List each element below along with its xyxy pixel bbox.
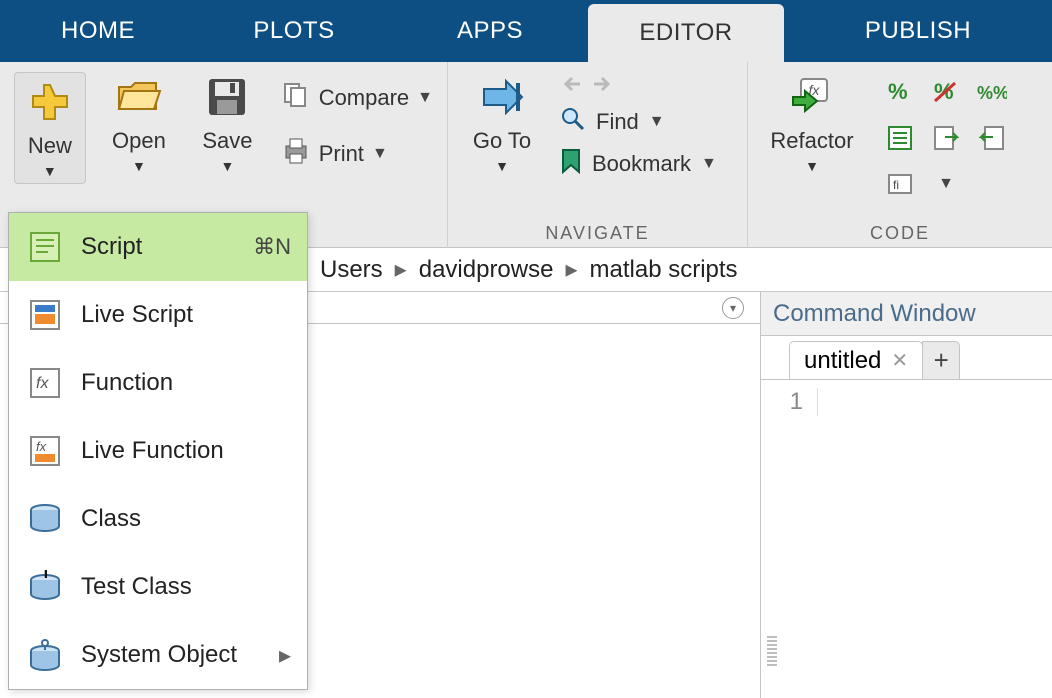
new-tab-button[interactable]: + bbox=[922, 341, 960, 379]
menu-item-system-object[interactable]: System Object ▸ bbox=[9, 621, 307, 689]
system-object-icon bbox=[25, 635, 65, 675]
indent-icon[interactable] bbox=[880, 118, 920, 158]
plus-icon bbox=[24, 77, 76, 127]
menu-item-test-class[interactable]: T Test Class bbox=[9, 553, 307, 621]
submenu-arrow-icon: ▸ bbox=[279, 641, 291, 670]
chevron-right-icon: ▸ bbox=[395, 255, 407, 284]
open-button[interactable]: Open ▼ bbox=[104, 72, 175, 174]
menu-item-live-function[interactable]: fx Live Function bbox=[9, 417, 307, 485]
top-tabstrip: HOME PLOTS APPS EDITOR PUBLISH bbox=[0, 0, 1052, 62]
dropdown-icon: ▼ bbox=[805, 158, 819, 174]
indent-right-icon[interactable] bbox=[926, 118, 966, 158]
svg-text:T: T bbox=[41, 570, 51, 582]
svg-text:fx: fx bbox=[36, 375, 49, 392]
uncomment-percent-icon[interactable]: % bbox=[926, 72, 966, 112]
drag-handle-icon[interactable] bbox=[767, 636, 777, 668]
close-icon[interactable]: ✕ bbox=[891, 348, 908, 373]
save-icon bbox=[201, 72, 253, 122]
goto-button[interactable]: Go To ▼ bbox=[462, 72, 542, 174]
nav-back-forward-icon bbox=[560, 72, 616, 96]
menu-shortcut: ⌘N bbox=[253, 234, 291, 260]
tab-publish[interactable]: PUBLISH bbox=[784, 0, 1052, 62]
command-window-panel: Command Window untitled ✕ + 1 bbox=[760, 292, 1052, 698]
svg-text:%%: %% bbox=[977, 83, 1007, 103]
goto-icon bbox=[476, 72, 528, 122]
dropdown-icon: ▼ bbox=[495, 158, 509, 174]
dropdown-icon: ▼ bbox=[701, 155, 717, 173]
ribbon-group-code: fx Refactor ▼ % % %% bbox=[748, 62, 1052, 248]
group-label-code: CODE bbox=[762, 223, 1038, 244]
code-more-dropdown[interactable]: ▼ bbox=[926, 164, 966, 204]
print-button[interactable]: Print ▼ bbox=[281, 134, 433, 174]
dropdown-icon: ▼ bbox=[221, 158, 235, 174]
bookmark-icon bbox=[560, 148, 582, 180]
indent-left-icon[interactable] bbox=[972, 118, 1012, 158]
editor-actions-dropdown[interactable]: ▾ bbox=[722, 297, 744, 319]
bookmark-button[interactable]: Bookmark ▼ bbox=[560, 148, 717, 180]
print-icon bbox=[281, 136, 311, 172]
section-percent-icon[interactable]: %% bbox=[972, 72, 1012, 112]
new-button[interactable]: New ▼ bbox=[14, 72, 86, 184]
compare-icon bbox=[281, 80, 311, 116]
ribbon-group-navigate: Go To ▼ Find bbox=[448, 62, 748, 248]
breadcrumb-item[interactable]: davidprowse bbox=[419, 256, 554, 284]
test-class-icon: T bbox=[25, 567, 65, 607]
svg-text:%: % bbox=[888, 79, 908, 104]
dropdown-icon: ▼ bbox=[649, 113, 665, 131]
dropdown-icon: ▼ bbox=[132, 158, 146, 174]
search-icon bbox=[560, 106, 586, 138]
dropdown-icon: ▼ bbox=[43, 163, 57, 179]
group-label-navigate: NAVIGATE bbox=[462, 223, 733, 244]
editor-tabs: untitled ✕ + bbox=[761, 336, 1052, 380]
tab-apps[interactable]: APPS bbox=[392, 0, 588, 62]
svg-text:fi: fi bbox=[893, 178, 899, 192]
find-button[interactable]: Find ▼ bbox=[560, 106, 717, 138]
menu-item-function[interactable]: fx Function bbox=[9, 349, 307, 417]
refactor-icon: fx bbox=[786, 72, 838, 122]
live-script-icon bbox=[25, 295, 65, 335]
line-number: 1 bbox=[761, 388, 817, 416]
live-function-icon: fx bbox=[25, 431, 65, 471]
code-format-icon[interactable]: fi bbox=[880, 164, 920, 204]
new-dropdown-menu: Script ⌘N Live Script fx Function fx Liv… bbox=[8, 212, 308, 690]
folder-open-icon bbox=[113, 72, 165, 122]
tab-editor[interactable]: EDITOR bbox=[588, 4, 784, 62]
tab-home[interactable]: HOME bbox=[0, 0, 196, 62]
menu-item-live-script[interactable]: Live Script bbox=[9, 281, 307, 349]
script-icon bbox=[25, 227, 65, 267]
menu-item-script[interactable]: Script ⌘N bbox=[9, 213, 307, 281]
save-button[interactable]: Save ▼ bbox=[192, 72, 263, 174]
breadcrumb-item[interactable]: Users bbox=[320, 256, 383, 284]
class-icon bbox=[25, 499, 65, 539]
code-tools-grid: % % %% bbox=[880, 72, 1012, 204]
command-window-title: Command Window bbox=[761, 292, 1052, 336]
refactor-button[interactable]: fx Refactor ▼ bbox=[762, 72, 862, 174]
dropdown-icon: ▼ bbox=[417, 89, 433, 107]
chevron-right-icon: ▸ bbox=[565, 255, 577, 284]
compare-button[interactable]: Compare ▼ bbox=[281, 78, 433, 118]
menu-item-class[interactable]: Class bbox=[9, 485, 307, 553]
editor-tab-untitled[interactable]: untitled ✕ bbox=[789, 341, 923, 379]
breadcrumb-item[interactable]: matlab scripts bbox=[590, 256, 738, 284]
tab-plots[interactable]: PLOTS bbox=[196, 0, 392, 62]
comment-percent-icon[interactable]: % bbox=[880, 72, 920, 112]
nav-history-arrows[interactable] bbox=[560, 72, 717, 96]
dropdown-icon: ▼ bbox=[372, 145, 388, 163]
svg-text:fx: fx bbox=[36, 439, 47, 454]
function-icon: fx bbox=[25, 363, 65, 403]
editor-body[interactable]: 1 bbox=[761, 380, 1052, 416]
